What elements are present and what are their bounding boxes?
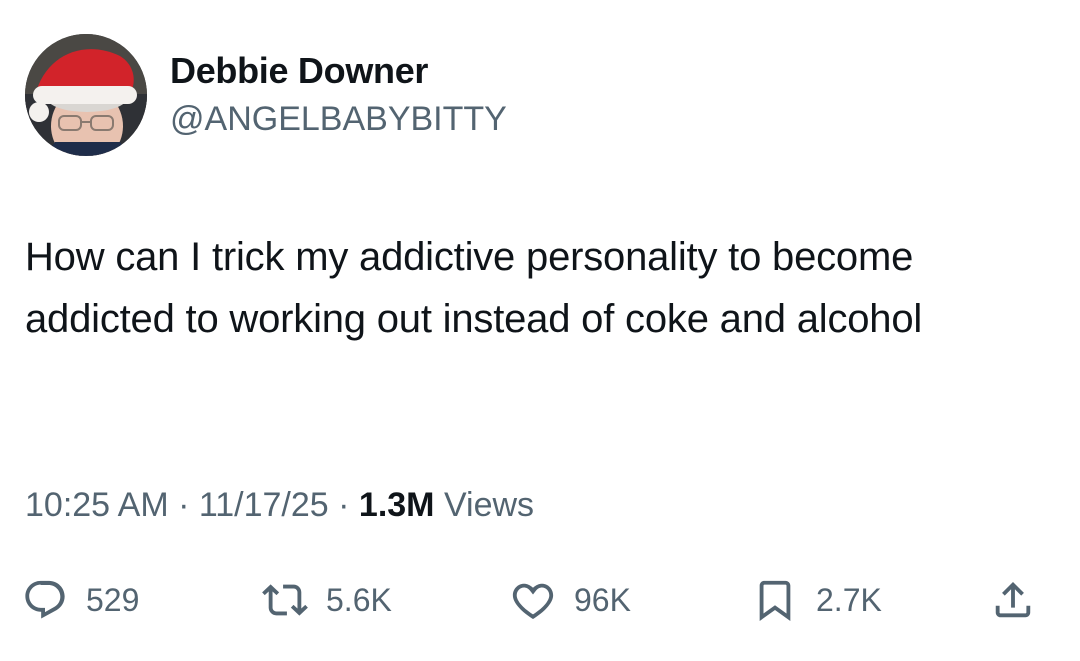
avatar[interactable] bbox=[25, 34, 147, 156]
bookmark-button[interactable]: 2.7K bbox=[752, 570, 882, 630]
reply-count: 529 bbox=[86, 581, 140, 618]
tweet-time[interactable]: 10:25 AM bbox=[25, 486, 169, 524]
author-handle[interactable]: @ANGELBABYBITTY bbox=[170, 100, 507, 139]
views-count[interactable]: 1.3M bbox=[359, 486, 435, 524]
reply-icon bbox=[25, 580, 65, 619]
repost-count: 5.6K bbox=[326, 581, 392, 618]
action-bar: 529 5.6K 96K 2.7K bbox=[0, 570, 1080, 630]
avatar-image bbox=[25, 34, 147, 156]
tweet-date[interactable]: 11/17/25 bbox=[199, 486, 329, 524]
heart-icon bbox=[512, 583, 554, 620]
views-label: Views bbox=[434, 486, 535, 524]
like-count: 96K bbox=[574, 581, 631, 618]
meta-separator: · bbox=[168, 486, 199, 524]
meta-separator: · bbox=[328, 486, 359, 524]
bookmark-count: 2.7K bbox=[816, 581, 882, 618]
like-button[interactable]: 96K bbox=[510, 570, 631, 630]
tweet-meta: 10:25 AM · 11/17/25 · 1.3M Views bbox=[25, 486, 534, 525]
tweet-text: How can I trick my addictive personality… bbox=[25, 235, 923, 341]
author-display-name[interactable]: Debbie Downer bbox=[170, 50, 428, 92]
share-button[interactable] bbox=[990, 570, 1036, 630]
bookmark-icon bbox=[759, 580, 791, 621]
repost-icon bbox=[262, 584, 308, 616]
repost-button[interactable]: 5.6K bbox=[262, 570, 392, 630]
share-icon bbox=[995, 581, 1031, 618]
reply-button[interactable]: 529 bbox=[22, 570, 139, 630]
